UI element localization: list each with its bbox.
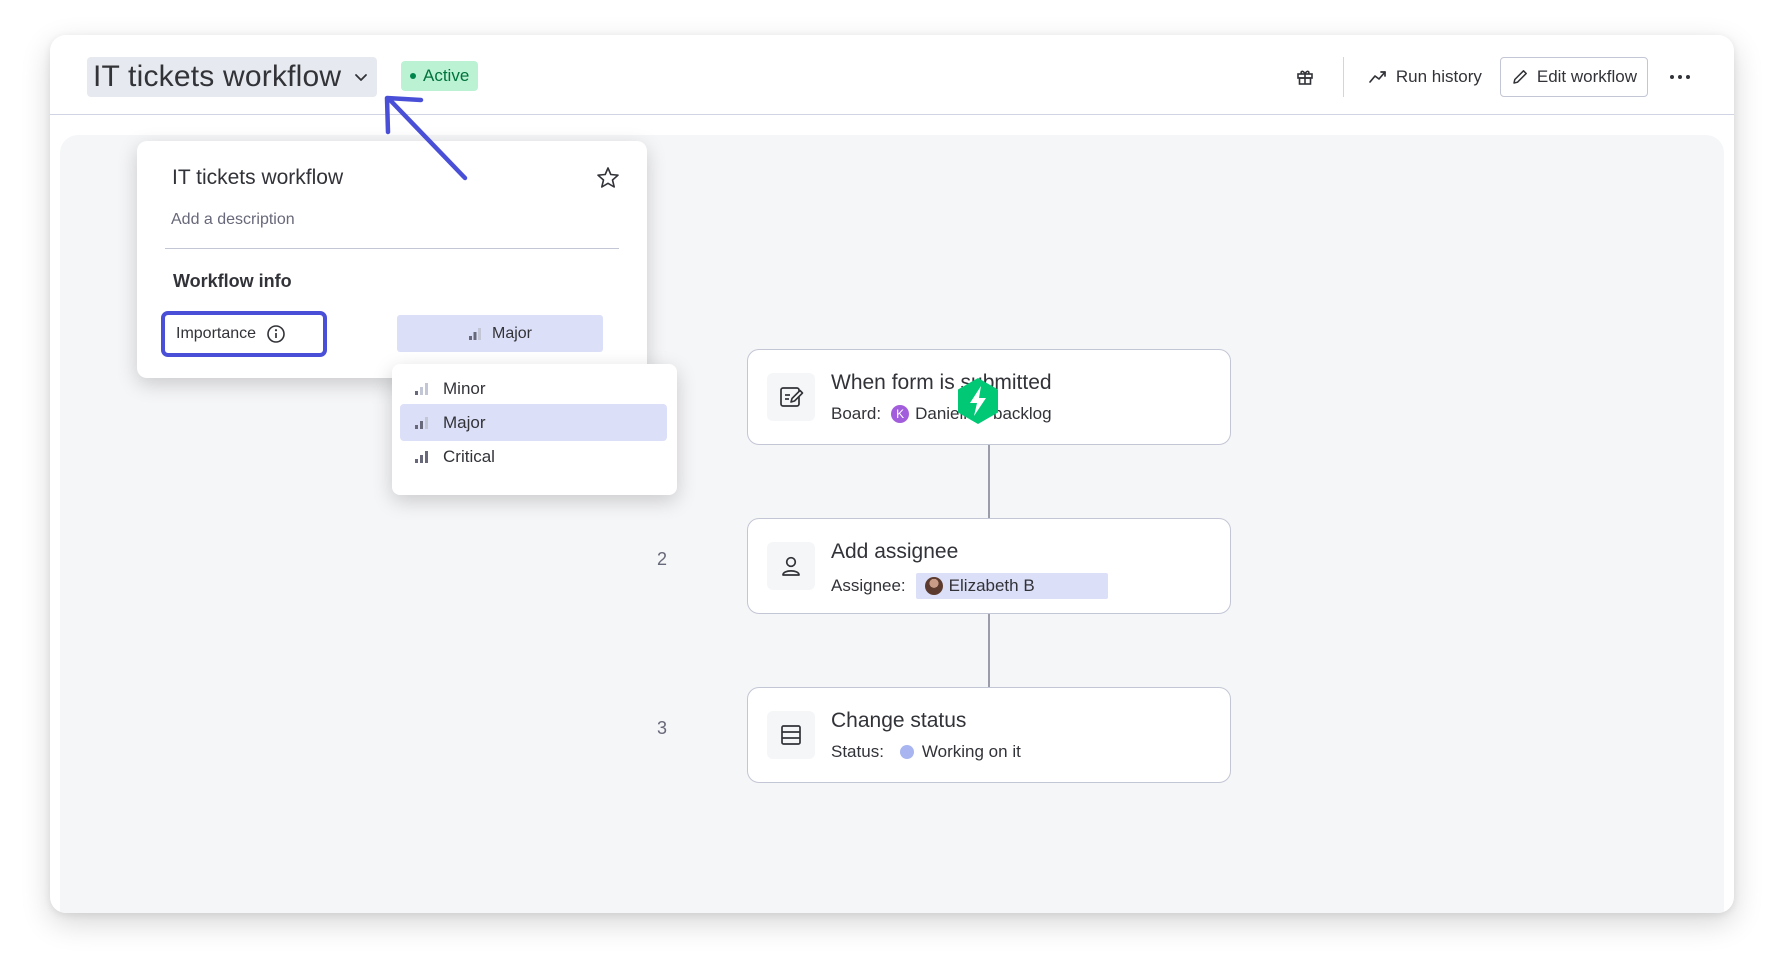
toolbar-divider xyxy=(1342,57,1344,97)
option-label: Critical xyxy=(443,446,495,466)
run-history-label: Run history xyxy=(1395,67,1482,86)
info-icon[interactable] xyxy=(266,324,286,344)
status-value: Working on it xyxy=(921,742,1021,761)
signal-bars-icon xyxy=(468,327,481,340)
step-sub-label: Assignee: xyxy=(831,576,906,595)
edit-workflow-button[interactable]: Edit workflow xyxy=(1499,57,1648,97)
popover-divider xyxy=(165,248,619,249)
step-card-status[interactable]: Change status Status: Working on it xyxy=(747,687,1231,783)
pencil-icon xyxy=(1513,70,1527,84)
run-history-button[interactable]: Run history xyxy=(1358,57,1492,97)
step-sub-label: Board: xyxy=(831,404,882,423)
importance-label-highlight: Importance xyxy=(161,311,327,357)
more-options-button[interactable] xyxy=(1662,59,1698,95)
step-number: 2 xyxy=(657,549,668,569)
form-icon-box xyxy=(767,373,815,421)
assignee-chip[interactable]: Elizabeth B xyxy=(915,573,1108,599)
table-icon-box xyxy=(767,711,815,759)
table-icon xyxy=(781,725,801,745)
step-title: Add assignee xyxy=(831,540,959,563)
importance-label: Importance xyxy=(176,325,257,342)
step-sub-label: Status: xyxy=(831,742,884,761)
description-input[interactable]: Add a description xyxy=(171,211,295,229)
person-icon xyxy=(782,556,800,576)
signal-bars-icon xyxy=(415,416,428,429)
popover-title: IT tickets workflow xyxy=(172,166,344,189)
step-details: Status: Working on it xyxy=(831,742,1021,762)
option-label: Major xyxy=(443,412,486,432)
status-dot xyxy=(410,73,416,79)
more-horizontal-icon xyxy=(1670,75,1690,79)
option-label: Minor xyxy=(443,378,486,398)
importance-value: Major xyxy=(491,324,532,342)
step-number: 3 xyxy=(657,718,668,738)
workflow-title: IT tickets workflow xyxy=(93,60,342,93)
step-card-assignee[interactable]: Add assignee Assignee: Elizabeth B xyxy=(747,518,1231,614)
importance-option-critical[interactable]: Critical xyxy=(400,438,667,475)
top-actions: Run history Edit workflow xyxy=(1287,57,1698,97)
status-chip[interactable]: Working on it xyxy=(899,742,1021,762)
assignee-avatar xyxy=(924,577,943,595)
importance-dropdown: Minor Major Critical xyxy=(392,364,677,495)
workflow-info-heading: Workflow info xyxy=(173,271,292,291)
step-details: Assignee: Elizabeth B xyxy=(831,573,1108,599)
form-edit-icon xyxy=(780,387,804,407)
board-avatar: K xyxy=(891,405,910,423)
trend-line-icon xyxy=(1369,71,1386,83)
importance-option-major[interactable]: Major xyxy=(400,404,667,441)
edit-workflow-label: Edit workflow xyxy=(1536,67,1637,86)
step-connector xyxy=(988,602,990,687)
step-title: When form is submitted xyxy=(831,371,1052,394)
status-badge-label: Active xyxy=(423,66,470,85)
importance-select[interactable]: Major xyxy=(397,315,603,352)
status-color-dot xyxy=(899,745,914,759)
person-icon-box xyxy=(767,542,815,590)
workflow-info-popover: IT tickets workflow Add a description Wo… xyxy=(137,141,647,378)
status-badge: Active xyxy=(401,61,479,91)
top-bar: IT tickets workflow Active Run history E… xyxy=(50,35,1734,115)
signal-bars-icon xyxy=(415,450,428,463)
gift-icon xyxy=(1297,70,1313,85)
step-details: Board: K Danielle's backlog xyxy=(831,404,1052,424)
step-title: Change status xyxy=(831,709,967,732)
step-connector xyxy=(988,433,990,518)
signal-bars-icon xyxy=(415,382,428,395)
lightning-icon xyxy=(958,378,998,424)
workflow-title-button[interactable]: IT tickets workflow xyxy=(87,57,378,97)
chevron-down-icon xyxy=(355,74,368,81)
assignee-name: Elizabeth B xyxy=(948,576,1035,595)
star-icon[interactable] xyxy=(595,165,621,191)
gift-button[interactable] xyxy=(1287,59,1323,95)
workflow-window: IT tickets workflow Active Run history E… xyxy=(50,35,1734,913)
importance-option-minor[interactable]: Minor xyxy=(400,370,667,407)
